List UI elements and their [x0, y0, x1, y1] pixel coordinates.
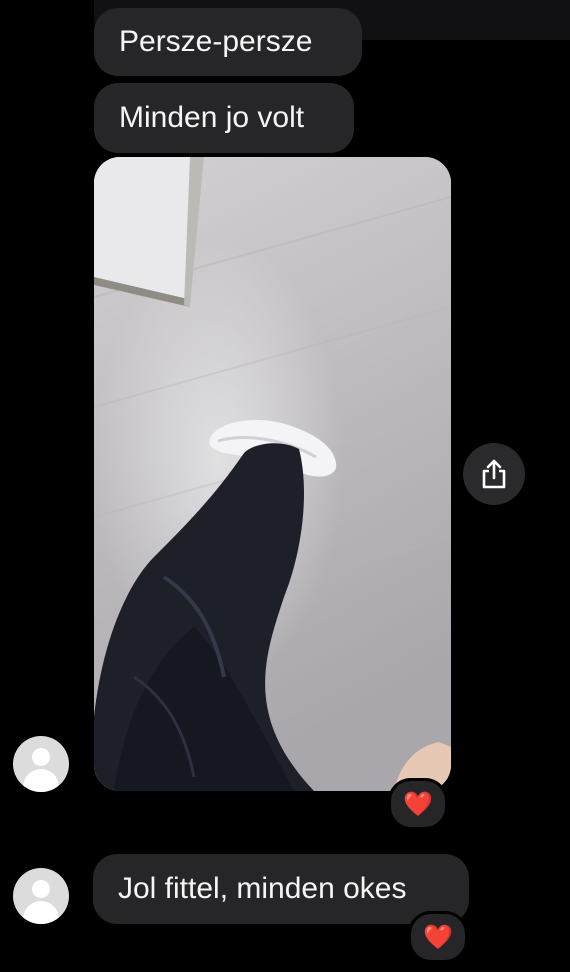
- message-bubble[interactable]: Jol fittel, minden okes: [93, 854, 469, 924]
- default-avatar-icon: [32, 748, 50, 766]
- message-text: Jol fittel, minden okes: [118, 872, 407, 905]
- avatar[interactable]: [13, 736, 69, 792]
- default-avatar-icon: [32, 880, 50, 898]
- message-text: Minden jo volt: [119, 101, 305, 134]
- message-text: Persze-persze: [119, 25, 313, 58]
- message-bubble[interactable]: Minden jo volt: [94, 83, 354, 153]
- heart-icon: ❤️: [403, 790, 433, 818]
- message-bubble[interactable]: Persze-persze: [94, 8, 362, 76]
- share-button[interactable]: [463, 443, 525, 505]
- photo-image: [94, 157, 451, 791]
- avatar[interactable]: [13, 868, 69, 924]
- photo-message[interactable]: [94, 157, 451, 791]
- heart-reaction[interactable]: ❤️: [408, 911, 468, 963]
- heart-icon: ❤️: [423, 923, 453, 951]
- share-icon: [482, 459, 506, 489]
- heart-reaction[interactable]: ❤️: [388, 778, 448, 830]
